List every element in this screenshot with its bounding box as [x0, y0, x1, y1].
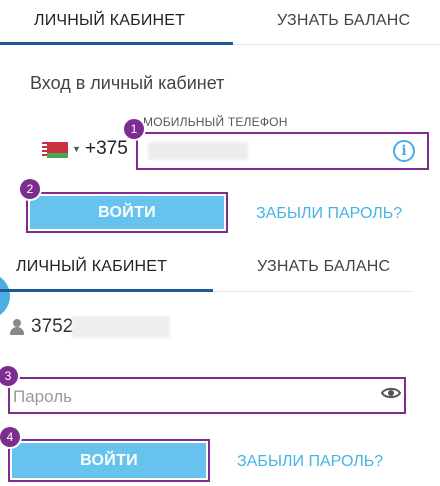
side-tab-handle[interactable] [0, 273, 10, 319]
password-placeholder: Пароль [13, 387, 72, 406]
active-tab-underline [0, 289, 213, 292]
login-button[interactable]: ВОЙТИ [30, 196, 224, 229]
user-phone-number: 3752 [31, 316, 74, 337]
redacted-phone-number [72, 316, 170, 338]
forgot-password-link[interactable]: ЗАБЫЛИ ПАРОЛЬ? [237, 453, 383, 471]
login-button-frame: ВОЙТИ [26, 192, 228, 233]
chevron-down-icon[interactable]: ▼ [72, 144, 81, 154]
annotation-badge-2: 2 [20, 179, 40, 199]
tab-check-balance[interactable]: УЗНАТЬ БАЛАНС [257, 258, 390, 276]
redacted-phone-number [148, 142, 248, 160]
login-button[interactable]: ВОЙТИ [12, 443, 206, 478]
active-tab-underline [0, 42, 233, 45]
user-icon [10, 319, 24, 335]
tab-personal-account[interactable]: ЛИЧНЫЙ КАБИНЕТ [34, 12, 185, 30]
phone-field-label: МОБИЛЬНЫЙ ТЕЛЕФОН [143, 115, 288, 129]
annotation-badge-1: 1 [124, 119, 144, 139]
tab-personal-account[interactable]: ЛИЧНЫЙ КАБИНЕТ [16, 258, 167, 276]
phone-input[interactable]: i [136, 132, 429, 170]
tab-check-balance[interactable]: УЗНАТЬ БАЛАНС [277, 12, 410, 30]
login-heading: Вход в личный кабинет [30, 73, 225, 93]
forgot-password-link[interactable]: ЗАБЫЛИ ПАРОЛЬ? [256, 205, 402, 223]
eye-icon[interactable] [381, 386, 401, 400]
password-input[interactable]: Пароль [8, 377, 406, 414]
belarus-flag-icon[interactable] [42, 142, 68, 158]
info-icon[interactable]: i [393, 140, 415, 162]
country-code: +375 [85, 138, 128, 159]
annotation-badge-4: 4 [0, 427, 20, 447]
login-button-frame: ВОЙТИ [8, 439, 210, 482]
